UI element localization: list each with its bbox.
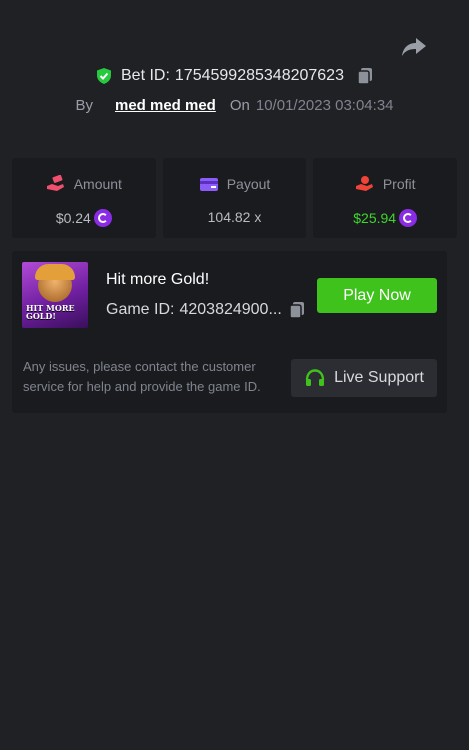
money-hand-icon: [46, 175, 64, 191]
stat-payout: Payout 104.82 x: [162, 158, 307, 238]
bet-meta-row: By med med med On 10/01/2023 03:04:34: [0, 97, 469, 114]
copy-game-id-icon[interactable]: [288, 301, 306, 319]
game-card: HIT MORE GOLD! Hit more Gold! Game ID: 4…: [12, 251, 447, 413]
profit-value: $25.94: [353, 210, 397, 226]
amount-value: $0.24: [55, 210, 91, 226]
bet-id-label: Bet ID:: [121, 67, 170, 84]
amount-label: Amount: [73, 176, 122, 192]
support-notice: Any issues, please contact the customer …: [23, 359, 261, 394]
username-link[interactable]: med med med: [115, 97, 216, 114]
on-label: On: [229, 97, 250, 114]
game-id-value: 4203824900...: [179, 301, 282, 318]
bet-id-row: Bet ID: 1754599285348207623: [0, 67, 469, 85]
coin-icon: [93, 209, 112, 227]
coin-icon: [399, 209, 418, 227]
game-thumbnail[interactable]: HIT MORE GOLD!: [22, 262, 88, 328]
live-support-button[interactable]: Live Support: [291, 359, 437, 397]
verified-shield-icon: [97, 68, 111, 84]
game-title: Hit more Gold!: [106, 271, 210, 288]
game-id-row: Game ID: 4203824900...: [106, 301, 306, 319]
profit-hand-icon: [355, 176, 373, 191]
game-id-label: Game ID:: [106, 301, 175, 318]
bet-details-page: Bet ID: 1754599285348207623 By med med m…: [0, 0, 469, 750]
headset-icon: [305, 369, 325, 386]
bet-id-value: 1754599285348207623: [174, 67, 344, 84]
copy-bet-id-icon[interactable]: [356, 67, 374, 85]
helmet-graphic: [35, 264, 75, 280]
payout-value: 104.82 x: [207, 209, 262, 225]
share-icon[interactable]: [400, 36, 428, 58]
stat-profit: Profit $25.94: [313, 158, 458, 238]
bet-stats: Amount $0.24 Payout 104.82 x Profit $25.…: [12, 158, 458, 238]
profit-label: Profit: [382, 176, 416, 192]
bet-timestamp: 10/01/2023 03:04:34: [255, 97, 394, 114]
by-label: By: [75, 97, 93, 114]
payout-label: Payout: [226, 176, 271, 192]
stat-amount: Amount $0.24: [12, 158, 156, 238]
card-icon: [199, 178, 218, 191]
game-thumbnail-logo: HIT MORE GOLD!: [26, 303, 75, 321]
live-support-label: Live Support: [334, 369, 424, 386]
play-now-button[interactable]: Play Now: [317, 278, 437, 313]
